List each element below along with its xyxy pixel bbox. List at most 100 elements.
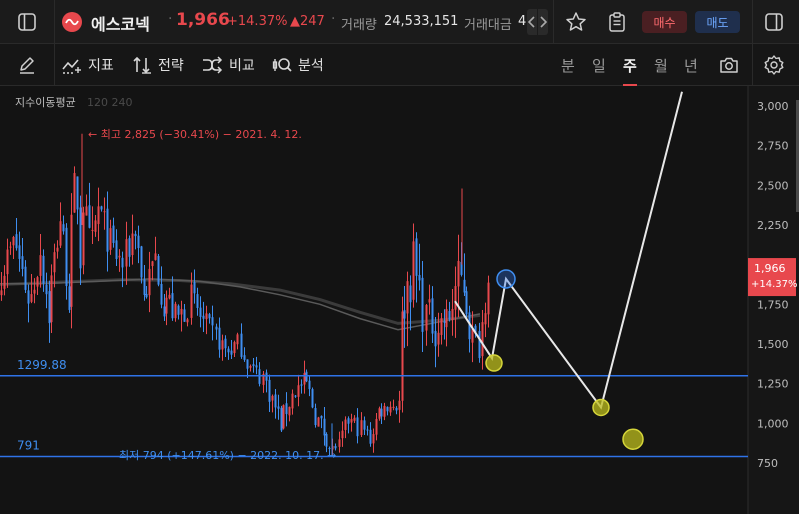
- candle-body: [448, 311, 451, 320]
- candle-body: [24, 266, 27, 290]
- trade-amount-label: 거래대금: [464, 18, 512, 33]
- candle-body: [285, 403, 288, 415]
- pencil-icon[interactable]: [17, 55, 37, 75]
- indicator-icon: [61, 55, 83, 75]
- period-year[interactable]: 년: [684, 44, 698, 86]
- candle-body: [154, 253, 157, 260]
- stock-name: 에스코넥: [91, 15, 150, 34]
- candle-body: [434, 330, 437, 347]
- candle-body: [50, 275, 53, 323]
- chevron-right-icon[interactable]: [538, 9, 548, 35]
- star-icon[interactable]: [565, 11, 587, 33]
- candle-body: [451, 308, 454, 320]
- candle-body: [386, 406, 389, 412]
- gear-icon[interactable]: [763, 54, 785, 76]
- candle-body: [233, 342, 236, 354]
- candle-body: [15, 234, 18, 249]
- candle-body: [463, 279, 466, 293]
- panel-icon[interactable]: [764, 12, 784, 32]
- candle-body: [440, 318, 443, 335]
- candle-body: [88, 205, 91, 228]
- candle-body: [100, 206, 103, 210]
- y-tick-label: 2,250: [757, 219, 789, 232]
- candle-body: [271, 395, 274, 401]
- candle-body: [389, 406, 392, 413]
- candle-body: [199, 307, 202, 317]
- candle-body: [42, 255, 45, 284]
- candle-body: [350, 419, 353, 423]
- candle-body: [291, 393, 294, 409]
- camera-icon[interactable]: [718, 54, 740, 76]
- compare-button[interactable]: 비교: [201, 44, 255, 86]
- indicator-button[interactable]: 지표: [61, 44, 114, 86]
- ma-legend-label: 지수이동평균: [15, 96, 76, 109]
- candle-body: [372, 434, 375, 444]
- chart-toolbar: 지표 전략 비교 분석 분 일 주 월 년: [0, 44, 799, 86]
- candle-body: [415, 238, 418, 276]
- title-dot: ·: [331, 11, 336, 27]
- candle-body: [73, 173, 76, 213]
- period-minute[interactable]: 분: [561, 44, 575, 86]
- candle-body: [128, 238, 131, 257]
- candle-body: [454, 286, 457, 310]
- candle-body: [401, 311, 404, 401]
- candle-body: [443, 321, 446, 323]
- analysis-button[interactable]: 분석: [271, 44, 324, 86]
- sidebar-toggle-icon[interactable]: [17, 12, 37, 32]
- candle-body: [202, 315, 205, 319]
- candle-body: [143, 279, 146, 295]
- marker-circle-yellow: [622, 428, 644, 450]
- y-tick-label: 1,250: [757, 378, 789, 391]
- candle-body: [186, 319, 189, 323]
- strategy-button[interactable]: 전략: [131, 44, 184, 86]
- candle-body: [418, 274, 421, 281]
- sell-button[interactable]: 매도: [695, 11, 740, 33]
- candle-body: [431, 298, 434, 334]
- candle-body: [33, 289, 36, 294]
- candle-body: [215, 326, 218, 330]
- candle-body: [406, 281, 409, 314]
- candle-body: [255, 365, 258, 368]
- compare-icon: [201, 55, 223, 75]
- candle-body: [9, 246, 12, 248]
- candle-body: [30, 294, 33, 302]
- candle-body: [18, 245, 21, 259]
- candle-body: [27, 290, 30, 304]
- candle-body: [320, 415, 323, 419]
- candle-body: [392, 406, 395, 408]
- candle-body: [36, 277, 39, 287]
- candle-body: [428, 299, 431, 303]
- current-price-tag-change: +14.37%: [751, 279, 798, 290]
- candle-body: [39, 255, 42, 276]
- candle-body: [118, 255, 121, 258]
- period-day[interactable]: 일: [592, 44, 606, 86]
- candle-body: [303, 373, 306, 385]
- buy-button[interactable]: 매수: [642, 11, 687, 33]
- candle-body: [341, 430, 344, 439]
- candle-body: [145, 293, 148, 298]
- stock-logo-icon: [62, 12, 82, 32]
- volume-label: 거래량: [341, 18, 377, 33]
- candle-body: [140, 246, 143, 278]
- period-month[interactable]: 월: [654, 44, 668, 86]
- candle-body: [246, 359, 249, 369]
- candle-body: [412, 241, 415, 300]
- candle-body: [165, 297, 168, 314]
- candle-body: [94, 220, 97, 232]
- period-week[interactable]: 주: [623, 44, 637, 86]
- candle-body: [109, 228, 112, 250]
- candle-body: [171, 293, 174, 319]
- high-annotation: ← 최고 2,825 (−30.41%) − 2021. 4. 12.: [88, 128, 302, 141]
- chevron-left-icon[interactable]: [527, 9, 537, 35]
- candle-body: [53, 252, 56, 273]
- trade-amount-value: 47: [518, 14, 527, 29]
- period-week-label: 주: [623, 56, 637, 75]
- period-month-label: 월: [654, 56, 668, 75]
- clipboard-icon[interactable]: [606, 11, 628, 33]
- candle-body: [48, 291, 51, 324]
- price-chart[interactable]: 3,0002,7502,5002,2502,0001,7501,5001,250…: [0, 86, 799, 514]
- candle-body: [205, 313, 208, 320]
- candle-body: [280, 407, 283, 431]
- candle-body: [79, 207, 82, 269]
- y-tick-label: 1,000: [757, 417, 789, 430]
